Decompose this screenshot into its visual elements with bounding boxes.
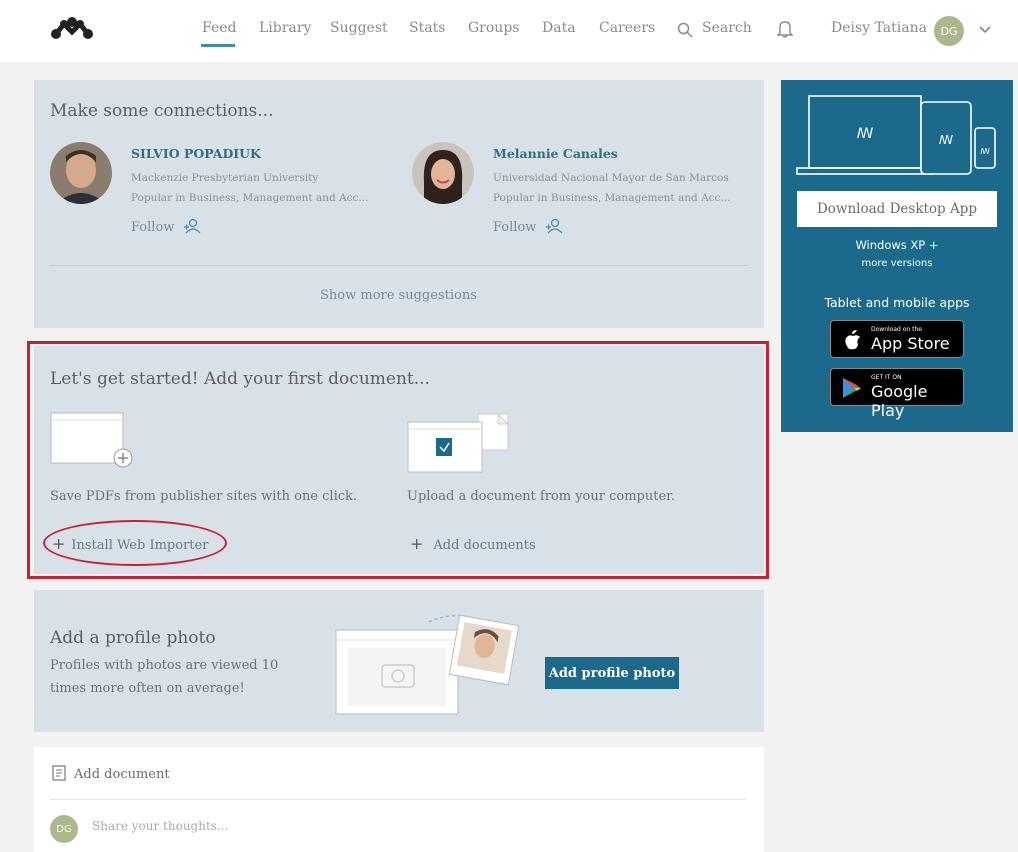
apple-icon: [845, 330, 860, 350]
nav-item-stats[interactable]: Stats: [409, 20, 445, 36]
mobile-apps-heading: Tablet and mobile apps: [824, 295, 970, 310]
nav-item-groups[interactable]: Groups: [468, 20, 519, 36]
nav-item-data[interactable]: Data: [542, 20, 576, 36]
post-composer: Add document DG Share your thoughts...: [34, 747, 764, 852]
google-play-label: Google Play: [871, 382, 928, 420]
nav-item-library[interactable]: Library: [259, 20, 311, 36]
divider: [50, 799, 746, 800]
more-versions-link[interactable]: more versions: [781, 258, 1013, 269]
avatar: DG: [50, 815, 78, 843]
divider: [50, 265, 748, 266]
avatar[interactable]: [50, 142, 112, 204]
google-play-small-label: GET IT ON: [871, 374, 902, 381]
top-navigation: Feed Library Suggest Stats Groups Data C…: [0, 0, 1018, 62]
google-play-icon: [843, 378, 861, 398]
person-institution: Mackenzie Presbyterian University: [131, 172, 319, 184]
add-profile-photo-button[interactable]: Add profile photo: [545, 657, 679, 689]
app-store-badge[interactable]: Download on the App Store: [830, 320, 964, 358]
follow-button[interactable]: Follow: [493, 218, 565, 235]
add-document-button[interactable]: Add document: [52, 765, 170, 782]
profile-photo-card: Add a profile photo Profiles with photos…: [34, 590, 764, 732]
avatar[interactable]: [412, 142, 474, 204]
windows-link[interactable]: Windows XP +: [781, 238, 1013, 252]
desktop-app-promo: ꟿ ꟿ ꟿ Download Desktop App Windows XP + …: [781, 80, 1013, 432]
document-icon: [52, 765, 66, 781]
app-store-small-label: Download on the: [871, 326, 922, 333]
bell-icon[interactable]: [777, 20, 793, 38]
profile-photo-title: Add a profile photo: [50, 628, 216, 648]
profile-photo-desc-line2: times more often on average!: [50, 681, 245, 696]
highlight-ellipse: [43, 520, 227, 566]
user-name[interactable]: Deisy Tatiana: [831, 20, 927, 36]
mendeley-logo-icon[interactable]: [48, 14, 96, 44]
follow-label: Follow: [493, 220, 537, 235]
follow-label: Follow: [131, 220, 175, 235]
connections-card: Make some connections... SILVIO POPADIUK…: [34, 80, 764, 328]
connections-title: Make some connections...: [50, 101, 274, 121]
search-icon[interactable]: [677, 22, 693, 38]
app-store-label: App Store: [871, 334, 950, 353]
profile-photo-illustration: [335, 614, 520, 715]
person-popular: Popular in Business, Management and Acc.…: [493, 192, 731, 204]
nav-item-careers[interactable]: Careers: [599, 20, 655, 36]
add-document-label: Add document: [74, 767, 170, 782]
nav-item-suggest[interactable]: Suggest: [330, 20, 388, 36]
active-tab-indicator: [201, 44, 235, 47]
add-person-icon: [545, 218, 563, 234]
svg-text:ꟿ: ꟿ: [980, 147, 990, 156]
chevron-down-icon[interactable]: [978, 22, 992, 36]
person-name[interactable]: SILVIO POPADIUK: [131, 146, 261, 161]
follow-button[interactable]: Follow: [131, 218, 203, 235]
svg-text:ꟿ: ꟿ: [857, 126, 874, 142]
nav-search-label[interactable]: Search: [702, 20, 752, 36]
show-more-suggestions-link[interactable]: Show more suggestions: [320, 288, 477, 303]
add-person-icon: [183, 218, 201, 234]
profile-photo-desc-line1: Profiles with photos are viewed 10: [50, 658, 279, 673]
share-thoughts-input[interactable]: Share your thoughts...: [92, 819, 228, 833]
download-desktop-app-button[interactable]: Download Desktop App: [797, 191, 997, 227]
person-popular: Popular in Business, Management and Acc.…: [131, 192, 369, 204]
nav-item-feed[interactable]: Feed: [202, 20, 236, 36]
person-name[interactable]: Melannie Canales: [493, 146, 618, 161]
user-avatar[interactable]: DG: [934, 16, 964, 46]
google-play-badge[interactable]: GET IT ON Google Play: [830, 368, 964, 420]
svg-text:ꟿ: ꟿ: [939, 133, 953, 147]
person-institution: Universidad Nacional Mayor de San Marcos: [493, 172, 729, 184]
devices-illustration-icon: ꟿ ꟿ ꟿ: [796, 95, 996, 175]
